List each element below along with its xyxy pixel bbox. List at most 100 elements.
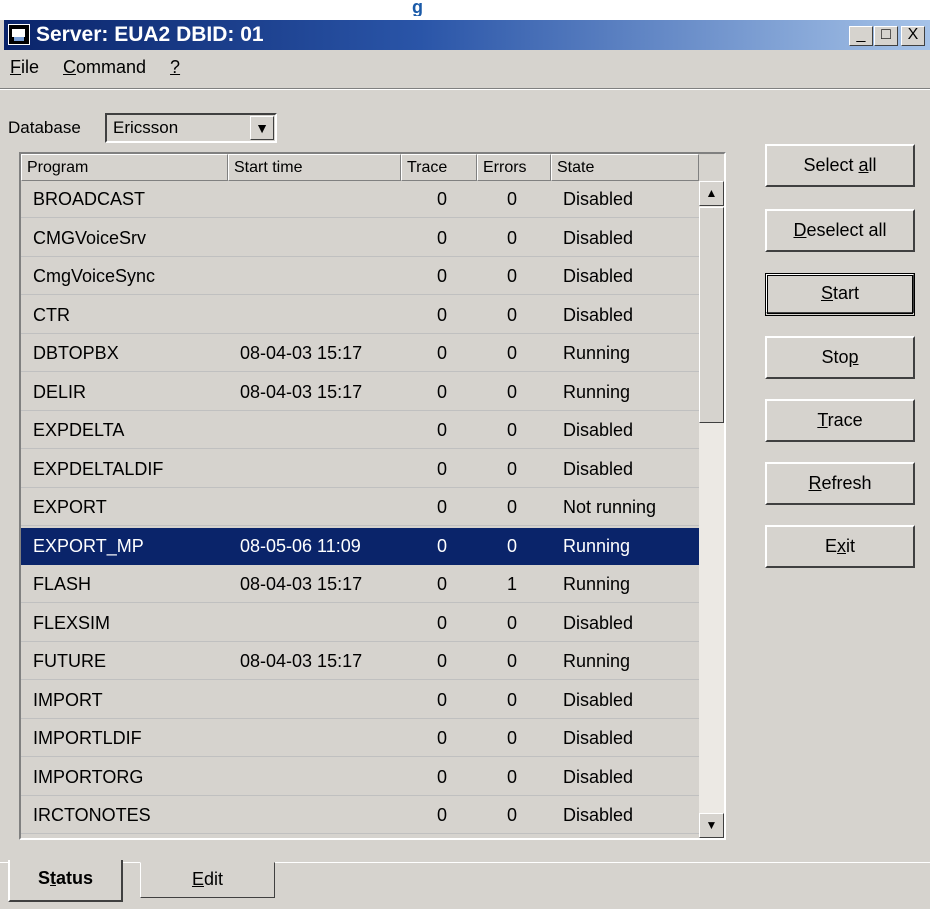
state-cell: Disabled bbox=[563, 420, 634, 440]
errors-cell: 0 bbox=[507, 266, 518, 286]
table-row[interactable]: FLASH 08-04-03 15:17 0 1 Running bbox=[21, 566, 699, 603]
exit-button[interactable]: Exit bbox=[765, 525, 915, 568]
trace-cell: 0 bbox=[437, 497, 448, 517]
refresh-button[interactable]: Refresh bbox=[765, 462, 915, 505]
errors-cell: 0 bbox=[507, 227, 518, 248]
trace-cell: 0 bbox=[437, 535, 448, 556]
table-row[interactable]: CTR 0 0 Disabled bbox=[21, 297, 699, 334]
table-row[interactable]: EXPORT 0 0 Not running bbox=[21, 489, 699, 526]
trace-cell: 0 bbox=[437, 189, 448, 209]
state-cell: Running bbox=[563, 535, 631, 556]
title-bar[interactable]: Server: EUA2 DBID: 01 _ □ X bbox=[4, 20, 930, 50]
errors-cell: 0 bbox=[507, 766, 518, 787]
trace-cell: 0 bbox=[437, 304, 448, 325]
errors-cell: 0 bbox=[507, 805, 518, 825]
program-cell: FLASH bbox=[33, 574, 92, 594]
errors-cell: 0 bbox=[507, 612, 518, 633]
minimize-button[interactable]: _ bbox=[849, 26, 873, 46]
table-row[interactable]: IMPORTLDIF 0 0 Disabled bbox=[21, 720, 699, 757]
column-header[interactable]: Start time bbox=[228, 154, 401, 181]
errors-cell: 0 bbox=[507, 343, 518, 363]
errors-cell: 0 bbox=[507, 689, 518, 710]
program-cell: IRCTONOTES bbox=[33, 805, 151, 825]
table-row[interactable]: IMPORTORG 0 0 Disabled bbox=[21, 759, 699, 796]
state-cell: Running bbox=[563, 381, 631, 402]
vertical-scrollbar[interactable]: ▲ ▼ bbox=[699, 181, 724, 838]
state-cell: Running bbox=[563, 343, 631, 363]
state-cell: Running bbox=[563, 651, 631, 671]
tab-status[interactable]: Status bbox=[8, 860, 123, 902]
start-time-cell: 08-04-03 15:17 bbox=[240, 381, 363, 402]
tab-strip: Status Edit bbox=[0, 860, 930, 909]
program-cell: EXPDELTALDIF bbox=[33, 458, 164, 479]
chevron-down-icon[interactable]: ▼ bbox=[250, 116, 274, 140]
select-all-button[interactable]: Select all bbox=[765, 144, 915, 187]
menu-file[interactable]: File bbox=[10, 52, 39, 82]
table-row[interactable]: BROADCAST 0 0 Disabled bbox=[21, 181, 699, 218]
errors-cell: 0 bbox=[507, 535, 518, 556]
scroll-thumb[interactable] bbox=[699, 207, 724, 423]
state-cell: Disabled bbox=[563, 304, 634, 325]
table-row[interactable]: EXPDELTALDIF 0 0 Disabled bbox=[21, 451, 699, 488]
trace-cell: 0 bbox=[437, 458, 448, 479]
stop-button[interactable]: Stop bbox=[765, 336, 915, 379]
program-cell: CMGVoiceSrv bbox=[33, 227, 147, 248]
column-header[interactable]: Program bbox=[21, 154, 228, 181]
program-cell: IMPORTORG bbox=[33, 766, 144, 787]
start-button[interactable]: Start bbox=[765, 273, 915, 316]
table-row[interactable]: CMGVoiceSrv 0 0 Disabled bbox=[21, 220, 699, 257]
state-cell: Disabled bbox=[563, 728, 634, 748]
menu-help[interactable]: ? bbox=[170, 52, 180, 82]
trace-cell: 0 bbox=[437, 689, 448, 710]
state-cell: Disabled bbox=[563, 689, 634, 710]
maximize-button[interactable]: □ bbox=[874, 26, 898, 46]
table-row[interactable]: DBTOPBX 08-04-03 15:17 0 0 Running bbox=[21, 335, 699, 372]
menu-separator bbox=[0, 88, 930, 90]
state-cell: Disabled bbox=[563, 266, 634, 286]
column-header[interactable]: Errors bbox=[477, 154, 551, 181]
state-cell: Not running bbox=[563, 497, 657, 517]
table-row[interactable]: IMPORT 0 0 Disabled bbox=[21, 682, 699, 719]
trace-cell: 0 bbox=[437, 728, 448, 748]
table-row[interactable]: CmgVoiceSync 0 0 Disabled bbox=[21, 258, 699, 295]
program-cell: DBTOPBX bbox=[33, 343, 119, 363]
errors-cell: 0 bbox=[507, 497, 518, 517]
table-row[interactable]: FUTURE 08-04-03 15:17 0 0 Running bbox=[21, 643, 699, 680]
errors-cell: 1 bbox=[507, 574, 518, 594]
tab-edit[interactable]: Edit bbox=[140, 862, 275, 898]
table-row[interactable]: DELIR 08-04-03 15:17 0 0 Running bbox=[21, 374, 699, 411]
start-time-cell: 08-04-03 15:17 bbox=[240, 343, 363, 363]
menu-command[interactable]: Command bbox=[63, 52, 146, 82]
deselect-all-button[interactable]: Deselect all bbox=[765, 209, 915, 252]
table-row[interactable]: IRCTONOTES 0 0 Disabled bbox=[21, 797, 699, 834]
state-cell: Disabled bbox=[563, 189, 634, 209]
scroll-down-icon[interactable]: ▼ bbox=[699, 813, 724, 838]
errors-cell: 0 bbox=[507, 304, 518, 325]
trace-cell: 0 bbox=[437, 381, 448, 402]
trace-cell: 0 bbox=[437, 651, 448, 671]
trace-cell: 0 bbox=[437, 343, 448, 363]
table-row[interactable]: EXPORT_MP 08-05-06 11:09 0 0 Running bbox=[21, 527, 699, 565]
state-cell: Disabled bbox=[563, 612, 634, 633]
program-list[interactable]: Program Start time Trace Errors State BROADC… bbox=[19, 152, 726, 840]
table-row[interactable]: EXPDELTA 0 0 Disabled bbox=[21, 412, 699, 449]
column-header[interactable]: Trace bbox=[401, 154, 477, 181]
program-cell: EXPORT bbox=[33, 497, 107, 517]
close-button[interactable]: X bbox=[901, 26, 925, 46]
trace-cell: 0 bbox=[437, 420, 448, 440]
start-time-cell: 08-04-03 15:17 bbox=[240, 651, 363, 671]
trace-button[interactable]: Trace bbox=[765, 399, 915, 442]
scroll-up-icon[interactable]: ▲ bbox=[699, 181, 724, 206]
state-cell: Running bbox=[563, 574, 631, 594]
errors-cell: 0 bbox=[507, 420, 518, 440]
column-header[interactable]: State bbox=[551, 154, 699, 181]
errors-cell: 0 bbox=[507, 728, 518, 748]
start-time-cell: 08-05-06 11:09 bbox=[240, 535, 361, 556]
table-header: Program Start time Trace Errors State bbox=[21, 154, 699, 181]
database-select[interactable]: Ericsson ▼ bbox=[105, 113, 277, 143]
program-cell: FUTURE bbox=[33, 651, 106, 671]
program-cell: EXPORT_MP bbox=[33, 535, 144, 556]
table-row[interactable]: FLEXSIM 0 0 Disabled bbox=[21, 605, 699, 642]
program-cell: CTR bbox=[33, 304, 70, 325]
state-cell: Disabled bbox=[563, 766, 634, 787]
